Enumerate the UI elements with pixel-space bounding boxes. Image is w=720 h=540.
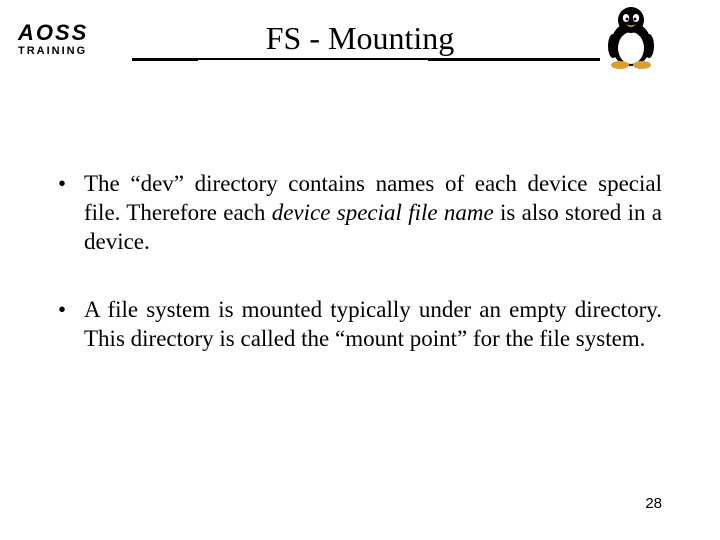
- bullet-italic: device special file name: [272, 200, 494, 225]
- slide-header: AOSS TRAINING FS - Mounting: [0, 0, 720, 70]
- list-item: • A file system is mounted typically und…: [58, 296, 662, 354]
- slide-body: • The “dev” directory contains names of …: [0, 70, 720, 354]
- penguin-icon: [602, 4, 660, 70]
- bullet-marker: •: [58, 296, 84, 354]
- bullet-lead: A file system is mounted typically under…: [84, 297, 662, 351]
- page-number: 28: [645, 495, 662, 512]
- brand-logo: AOSS TRAINING: [18, 22, 133, 57]
- bullet-text: The “dev” directory contains names of ea…: [84, 170, 662, 256]
- bullet-marker: •: [58, 170, 84, 256]
- brand-logo-sub: TRAINING: [18, 46, 133, 57]
- brand-logo-main: AOSS: [18, 22, 133, 44]
- list-item: • The “dev” directory contains names of …: [58, 170, 662, 256]
- bullet-text: A file system is mounted typically under…: [84, 296, 662, 354]
